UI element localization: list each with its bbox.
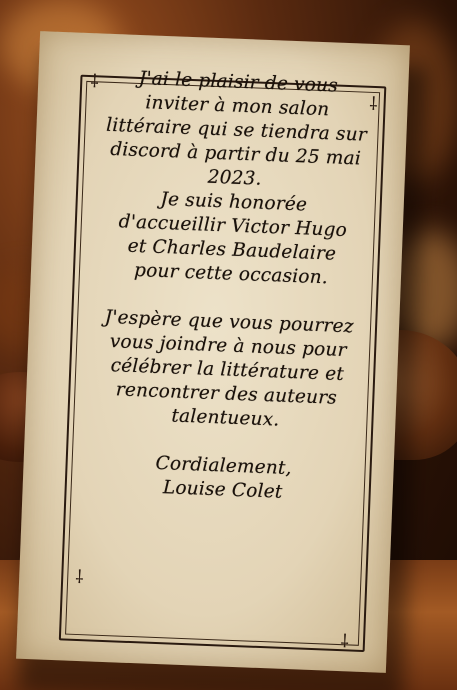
corner-ornament-icon: ⸸ — [74, 566, 85, 589]
corner-ornament-icon: ⸸ — [340, 631, 350, 653]
invitation-paragraph-2: Je suis honorée d'accueillir Victor Hugo… — [71, 185, 394, 293]
invitation-card: ⸸ ⸸ ⸸ ⸸ J'ai le plaisir de vous inviter … — [16, 31, 410, 673]
photo-background: ⸸ ⸸ ⸸ ⸸ J'ai le plaisir de vous inviter … — [0, 0, 457, 690]
invitation-text: J'ai le plaisir de vous inviter à mon sa… — [62, 65, 398, 509]
invitation-paragraph-3: J'espère que vous pourrez vous joindre à… — [65, 304, 389, 436]
invitation-paragraph-1: J'ai le plaisir de vous inviter à mon sa… — [74, 65, 398, 197]
